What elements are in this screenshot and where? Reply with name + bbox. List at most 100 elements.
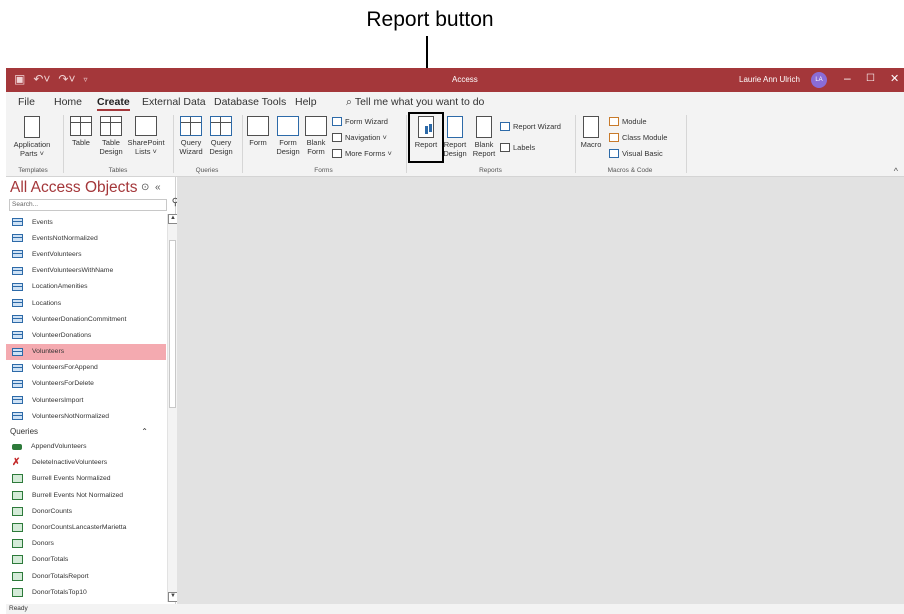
table-design-button[interactable]: Table Design [97, 116, 125, 156]
user-name[interactable]: Laurie Ann Ulrich [739, 75, 800, 84]
table-button[interactable]: Table [68, 116, 94, 147]
nav-query-item[interactable]: DonorTotalsTop10 [6, 584, 166, 600]
minimize-button[interactable]: – [844, 71, 851, 85]
scroll-thumb[interactable] [169, 240, 176, 408]
form-wizard-button[interactable]: Form Wizard [332, 117, 388, 126]
table-icon [12, 379, 23, 388]
nav-table-item[interactable]: EventVolunteers [6, 246, 166, 262]
nav-query-item[interactable]: DonorCounts [6, 503, 166, 519]
table-icon [12, 331, 23, 340]
nav-table-item[interactable]: VolunteersNotNormalized [6, 408, 166, 424]
nav-group-queries[interactable]: Queries ⌃ [6, 424, 166, 438]
tell-me-text: Tell me what you want to do [354, 96, 485, 108]
nav-table-item[interactable]: Volunteers [6, 343, 166, 360]
restore-button[interactable]: ☐ [866, 73, 875, 84]
redo-icon[interactable]: ↷˅ [58, 72, 75, 86]
nav-item-label: VolunteersForAppend [32, 364, 98, 372]
form-button[interactable]: Form [246, 116, 270, 147]
labels-button[interactable]: Labels [500, 143, 535, 152]
callout-label: Report button [366, 8, 494, 31]
tab-home[interactable]: Home [54, 96, 82, 108]
nav-table-item[interactable]: VolunteerDonations [6, 327, 166, 343]
form-design-icon [277, 116, 299, 136]
form-design-button[interactable]: Form Design [274, 116, 302, 156]
query-design-label: Query Design [209, 138, 233, 156]
query-wizard-button[interactable]: Query Wizard [177, 116, 205, 156]
close-button[interactable]: ✕ [890, 72, 899, 85]
module-label: Module [622, 117, 647, 126]
tell-me-search[interactable]: ⌕ Tell me what you want to do [346, 96, 484, 109]
save-icon[interactable]: ▣ [14, 72, 25, 86]
nav-table-item[interactable]: EventVolunteersWithName [6, 263, 166, 279]
avatar[interactable]: LA [811, 72, 827, 88]
report-design-button[interactable]: Report Design [441, 116, 469, 158]
blank-form-icon [305, 116, 327, 136]
nav-table-item[interactable]: LocationAmenities [6, 279, 166, 295]
tab-file[interactable]: File [18, 96, 35, 108]
nav-query-item[interactable]: DonorTotals [6, 552, 166, 568]
nav-query-item[interactable]: Donors [6, 536, 166, 552]
nav-query-item[interactable]: Burrell Events Not Normalized [6, 487, 166, 503]
table-icon [12, 250, 23, 259]
visual-basic-button[interactable]: Visual Basic [609, 149, 663, 158]
nav-table-item[interactable]: VolunteersForAppend [6, 360, 166, 376]
class-module-icon [609, 133, 619, 142]
navigation-button[interactable]: Navigation ˅ [332, 133, 387, 142]
nav-table-item[interactable]: Events [6, 214, 166, 230]
query-wizard-label: Query Wizard [179, 138, 203, 156]
undo-icon[interactable]: ↶˅ [33, 72, 50, 86]
nav-search-input[interactable]: Search... ⚲ [9, 198, 179, 211]
nav-item-label: VolunteerDonations [32, 331, 92, 339]
nav-item-label: Volunteers [32, 348, 65, 356]
group-separator [686, 115, 687, 173]
nav-table-item[interactable]: Locations [6, 295, 166, 311]
nav-query-item[interactable]: ✗ DeleteInactiveVolunteers [6, 455, 166, 471]
nav-scrollbar[interactable]: ▲ ▼ [167, 214, 178, 602]
macro-button[interactable]: Macro [578, 116, 604, 149]
more-forms-icon [332, 149, 342, 158]
form-label: Form [249, 138, 267, 147]
more-forms-button[interactable]: More Forms ˅ [332, 149, 392, 158]
nav-query-item[interactable]: DonorCountsLancasterMarietta [6, 519, 166, 535]
nav-query-item[interactable]: DonorTotalsReport [6, 568, 166, 584]
blank-form-button[interactable]: Blank Form [304, 116, 328, 156]
collapse-ribbon-icon[interactable]: ^ [894, 166, 898, 176]
customize-qat-icon[interactable]: ▿ [83, 75, 87, 84]
group-label-tables: Tables [108, 167, 128, 174]
select-query-icon [12, 522, 23, 532]
nav-item-label: DeleteInactiveVolunteers [32, 459, 108, 467]
visual-basic-icon [609, 149, 619, 158]
tab-help[interactable]: Help [295, 96, 317, 108]
nav-menu-dropdown-icon[interactable]: ⊙ [141, 182, 149, 193]
nav-query-item[interactable]: AppendVolunteers [6, 438, 166, 454]
tab-external-data[interactable]: External Data [142, 96, 206, 108]
sharepoint-lists-button[interactable]: SharePoint Lists ˅ [126, 116, 166, 156]
nav-query-item[interactable]: Burrell Events Normalized [6, 471, 166, 487]
class-module-button[interactable]: Class Module [609, 133, 667, 142]
query-design-button[interactable]: Query Design [207, 116, 235, 156]
tab-create[interactable]: Create [97, 96, 130, 111]
nav-pane-title[interactable]: All Access Objects [10, 179, 138, 197]
nav-item-label: VolunteersNotNormalized [32, 412, 110, 420]
module-button[interactable]: Module [609, 117, 647, 126]
tab-database-tools[interactable]: Database Tools [214, 96, 286, 108]
nav-table-item[interactable]: VolunteersImport [6, 392, 166, 408]
shutter-bar-close-icon[interactable]: « [155, 182, 161, 193]
application-parts-button[interactable]: Application Parts ˅ [10, 116, 54, 158]
blank-report-button[interactable]: Blank Report [471, 116, 497, 158]
delete-query-icon: ✗ [12, 457, 21, 469]
nav-table-item[interactable]: EventsNotNormalized [6, 230, 166, 246]
nav-item-label: Events [32, 218, 53, 226]
table-icon [12, 234, 23, 243]
ribbon-create: Application Parts ˅ Templates Table Tabl… [6, 112, 904, 177]
nav-item-label: DonorTotals [32, 556, 69, 564]
report-wizard-button[interactable]: Report Wizard [500, 122, 561, 131]
nav-table-item[interactable]: VolunteersForDelete [6, 376, 166, 392]
collapse-group-icon[interactable]: ⌃ [141, 427, 148, 436]
nav-table-item[interactable]: VolunteerDonationCommitment [6, 311, 166, 327]
nav-item-label: VolunteersImport [32, 396, 84, 404]
labels-icon [500, 143, 510, 152]
group-separator [406, 115, 407, 173]
nav-item-label: DonorCountsLancasterMarietta [32, 523, 127, 531]
table-icon [12, 266, 23, 275]
